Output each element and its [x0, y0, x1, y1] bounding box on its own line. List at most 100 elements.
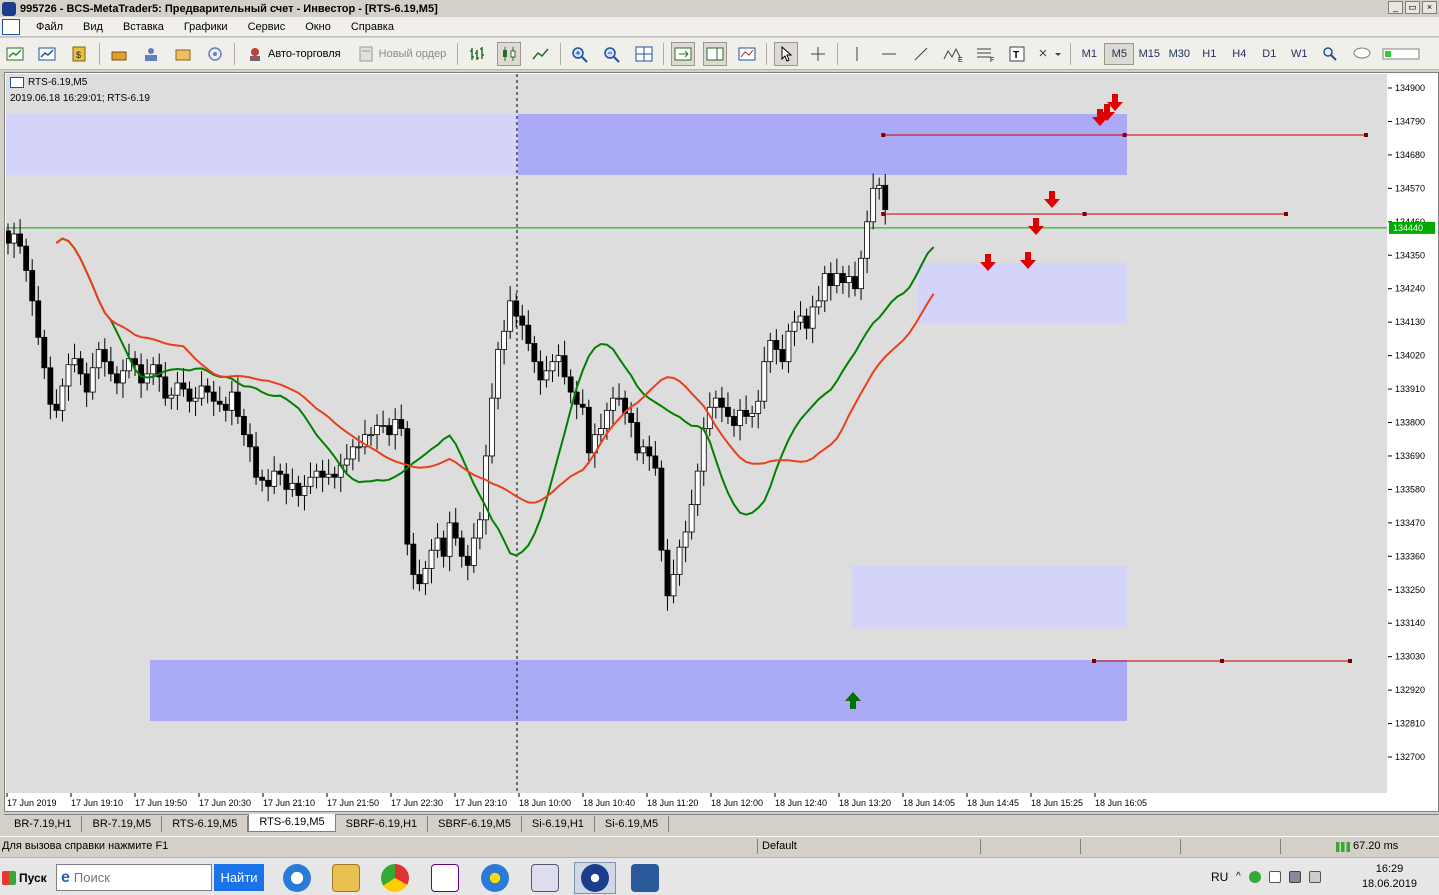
data-window-icon[interactable] — [107, 42, 131, 66]
menu-view[interactable]: Вид — [73, 21, 113, 33]
market-watch-icon[interactable]: $ — [68, 42, 92, 66]
time-label: 17 Jun 19:10 — [71, 798, 123, 808]
search-input[interactable] — [73, 870, 194, 885]
auto-scroll-icon[interactable] — [671, 41, 696, 66]
zoom-out-icon[interactable] — [600, 42, 624, 66]
bear-candle — [295, 482, 302, 496]
autotrading-button[interactable]: Авто-торговля — [242, 42, 345, 66]
menu-insert[interactable]: Вставка — [113, 21, 174, 33]
profiles-icon[interactable] — [36, 42, 60, 66]
crosshair-icon[interactable] — [806, 42, 830, 66]
chart-tab[interactable]: Si-6.19,M5 — [595, 816, 670, 832]
horizontal-line-icon[interactable] — [877, 42, 901, 66]
navigator-icon[interactable] — [139, 42, 163, 66]
find-button[interactable]: Найти — [214, 864, 264, 891]
chart-tab[interactable]: RTS-6.19,M5 — [162, 816, 249, 832]
bear-candle — [210, 391, 217, 402]
tray-status-icon[interactable] — [1248, 871, 1261, 883]
fibonacci-icon[interactable]: F — [973, 42, 997, 66]
start-button[interactable]: Пуск — [2, 864, 52, 892]
title-bar: 995726 - BCS-MetaTrader5: Предварительны… — [0, 0, 1439, 17]
tray-flag-icon[interactable] — [1268, 871, 1281, 883]
timeframe-m30[interactable]: M30 — [1164, 43, 1194, 65]
tile-windows-icon[interactable] — [632, 42, 656, 66]
close-button[interactable]: × — [1422, 1, 1437, 14]
bull-candle — [71, 358, 78, 366]
taskbar-explorer-icon[interactable] — [325, 862, 367, 894]
taskbar-chrome-icon[interactable] — [374, 862, 416, 894]
zoom-in-icon[interactable] — [568, 42, 592, 66]
timeframe-h1[interactable]: H1 — [1194, 43, 1224, 65]
taskbar-paint-icon[interactable] — [424, 862, 466, 894]
minimize-button[interactable]: _ — [1388, 1, 1403, 14]
timeframe-w1[interactable]: W1 — [1284, 43, 1314, 65]
time-axis[interactable]: 17 Jun 2019 17 Jun 19:10 17 Jun 19:50 17 Ju… — [6, 793, 1387, 811]
toolbox-icon[interactable] — [171, 42, 195, 66]
candlestick-chart-icon[interactable] — [497, 41, 522, 66]
menu-file[interactable]: Файл — [26, 21, 73, 33]
price-axis[interactable]: 134900 134790 134680 134570 134460 134350 1342… — [1388, 74, 1438, 793]
menu-charts[interactable]: Графики — [174, 21, 238, 33]
new-chart-icon[interactable] — [4, 42, 28, 66]
taskbar-metatrader-icon[interactable] — [574, 862, 616, 894]
document-icon[interactable] — [2, 18, 20, 35]
candlestick-chart[interactable] — [6, 74, 1387, 793]
account-status-icon[interactable] — [1382, 42, 1422, 66]
search-box[interactable]: e — [56, 864, 212, 891]
trend-line-icon[interactable] — [909, 42, 933, 66]
line-chart-icon[interactable] — [529, 42, 553, 66]
timeframe-d1[interactable]: D1 — [1254, 43, 1284, 65]
signals-icon[interactable] — [203, 42, 227, 66]
bear-candle — [725, 406, 731, 417]
text-icon[interactable]: T — [1005, 42, 1029, 66]
level-anchor — [1284, 212, 1288, 216]
chart-tab[interactable]: Si-6.19,H1 — [522, 816, 595, 832]
bull-candle — [489, 397, 495, 457]
menu-tools[interactable]: Сервис — [238, 21, 296, 33]
menu-window[interactable]: Окно — [295, 21, 341, 33]
taskbar-chart-app-icon[interactable] — [624, 862, 666, 894]
chart-tab[interactable]: BR-7.19,M5 — [82, 816, 163, 832]
bull-candle — [89, 367, 96, 393]
bear-candle — [531, 343, 538, 363]
tray-expand-icon[interactable]: ^ — [1236, 871, 1241, 883]
bear-candle — [585, 406, 592, 454]
status-ping: 67.20 ms — [1353, 840, 1399, 852]
bear-candle — [779, 349, 786, 363]
timeframe-m15[interactable]: M15 — [1134, 43, 1164, 65]
clock[interactable]: 16:29 18.06.2019 — [1362, 862, 1417, 892]
chart-tab[interactable]: BR-7.19,H1 — [4, 816, 83, 832]
tray-network-icon[interactable] — [1288, 871, 1301, 883]
chart-tab[interactable]: RTS-6.19,M5 — [248, 814, 336, 832]
vertical-line-icon[interactable] — [845, 42, 869, 66]
tray-volume-icon[interactable] — [1308, 871, 1321, 883]
taskbar-calculator-icon[interactable] — [524, 862, 566, 894]
chart-tab[interactable]: SBRF-6.19,M5 — [428, 816, 522, 832]
bar-chart-icon[interactable] — [465, 42, 489, 66]
price-label: 133470 — [1395, 518, 1425, 528]
timeframe-m5[interactable]: M5 — [1104, 42, 1135, 65]
level-anchor — [1348, 659, 1352, 663]
search-icon[interactable] — [1318, 42, 1342, 66]
chart-plot-area[interactable]: RTS-6.19,M5 2019.06.18 16:29:01; RTS-6.1… — [6, 74, 1387, 793]
menu-help[interactable]: Справка — [341, 21, 404, 33]
sell-signal-arrow — [1044, 191, 1060, 208]
cursor-icon[interactable] — [774, 41, 799, 66]
timeframe-m1[interactable]: M1 — [1074, 43, 1104, 65]
timeframe-h4[interactable]: H4 — [1224, 43, 1254, 65]
indicators-icon[interactable] — [735, 42, 759, 66]
chart-shift-icon[interactable] — [703, 41, 728, 66]
bull-candle — [476, 519, 483, 539]
price-label: 134900 — [1395, 83, 1425, 93]
bull-candle — [543, 370, 550, 381]
restore-button[interactable]: ▭ — [1405, 1, 1420, 14]
shapes-dropdown-icon[interactable] — [1037, 42, 1063, 66]
new-order-button[interactable]: Новый ордер — [353, 42, 451, 66]
chat-icon[interactable] — [1350, 42, 1374, 66]
elliott-wave-icon[interactable]: E — [941, 42, 965, 66]
chart-tab[interactable]: SBRF-6.19,H1 — [336, 816, 429, 832]
bear-candle — [537, 361, 544, 381]
taskbar-globe-icon[interactable] — [474, 862, 516, 894]
language-indicator[interactable]: RU — [1211, 870, 1228, 884]
taskbar-ie-icon[interactable] — [276, 862, 318, 894]
